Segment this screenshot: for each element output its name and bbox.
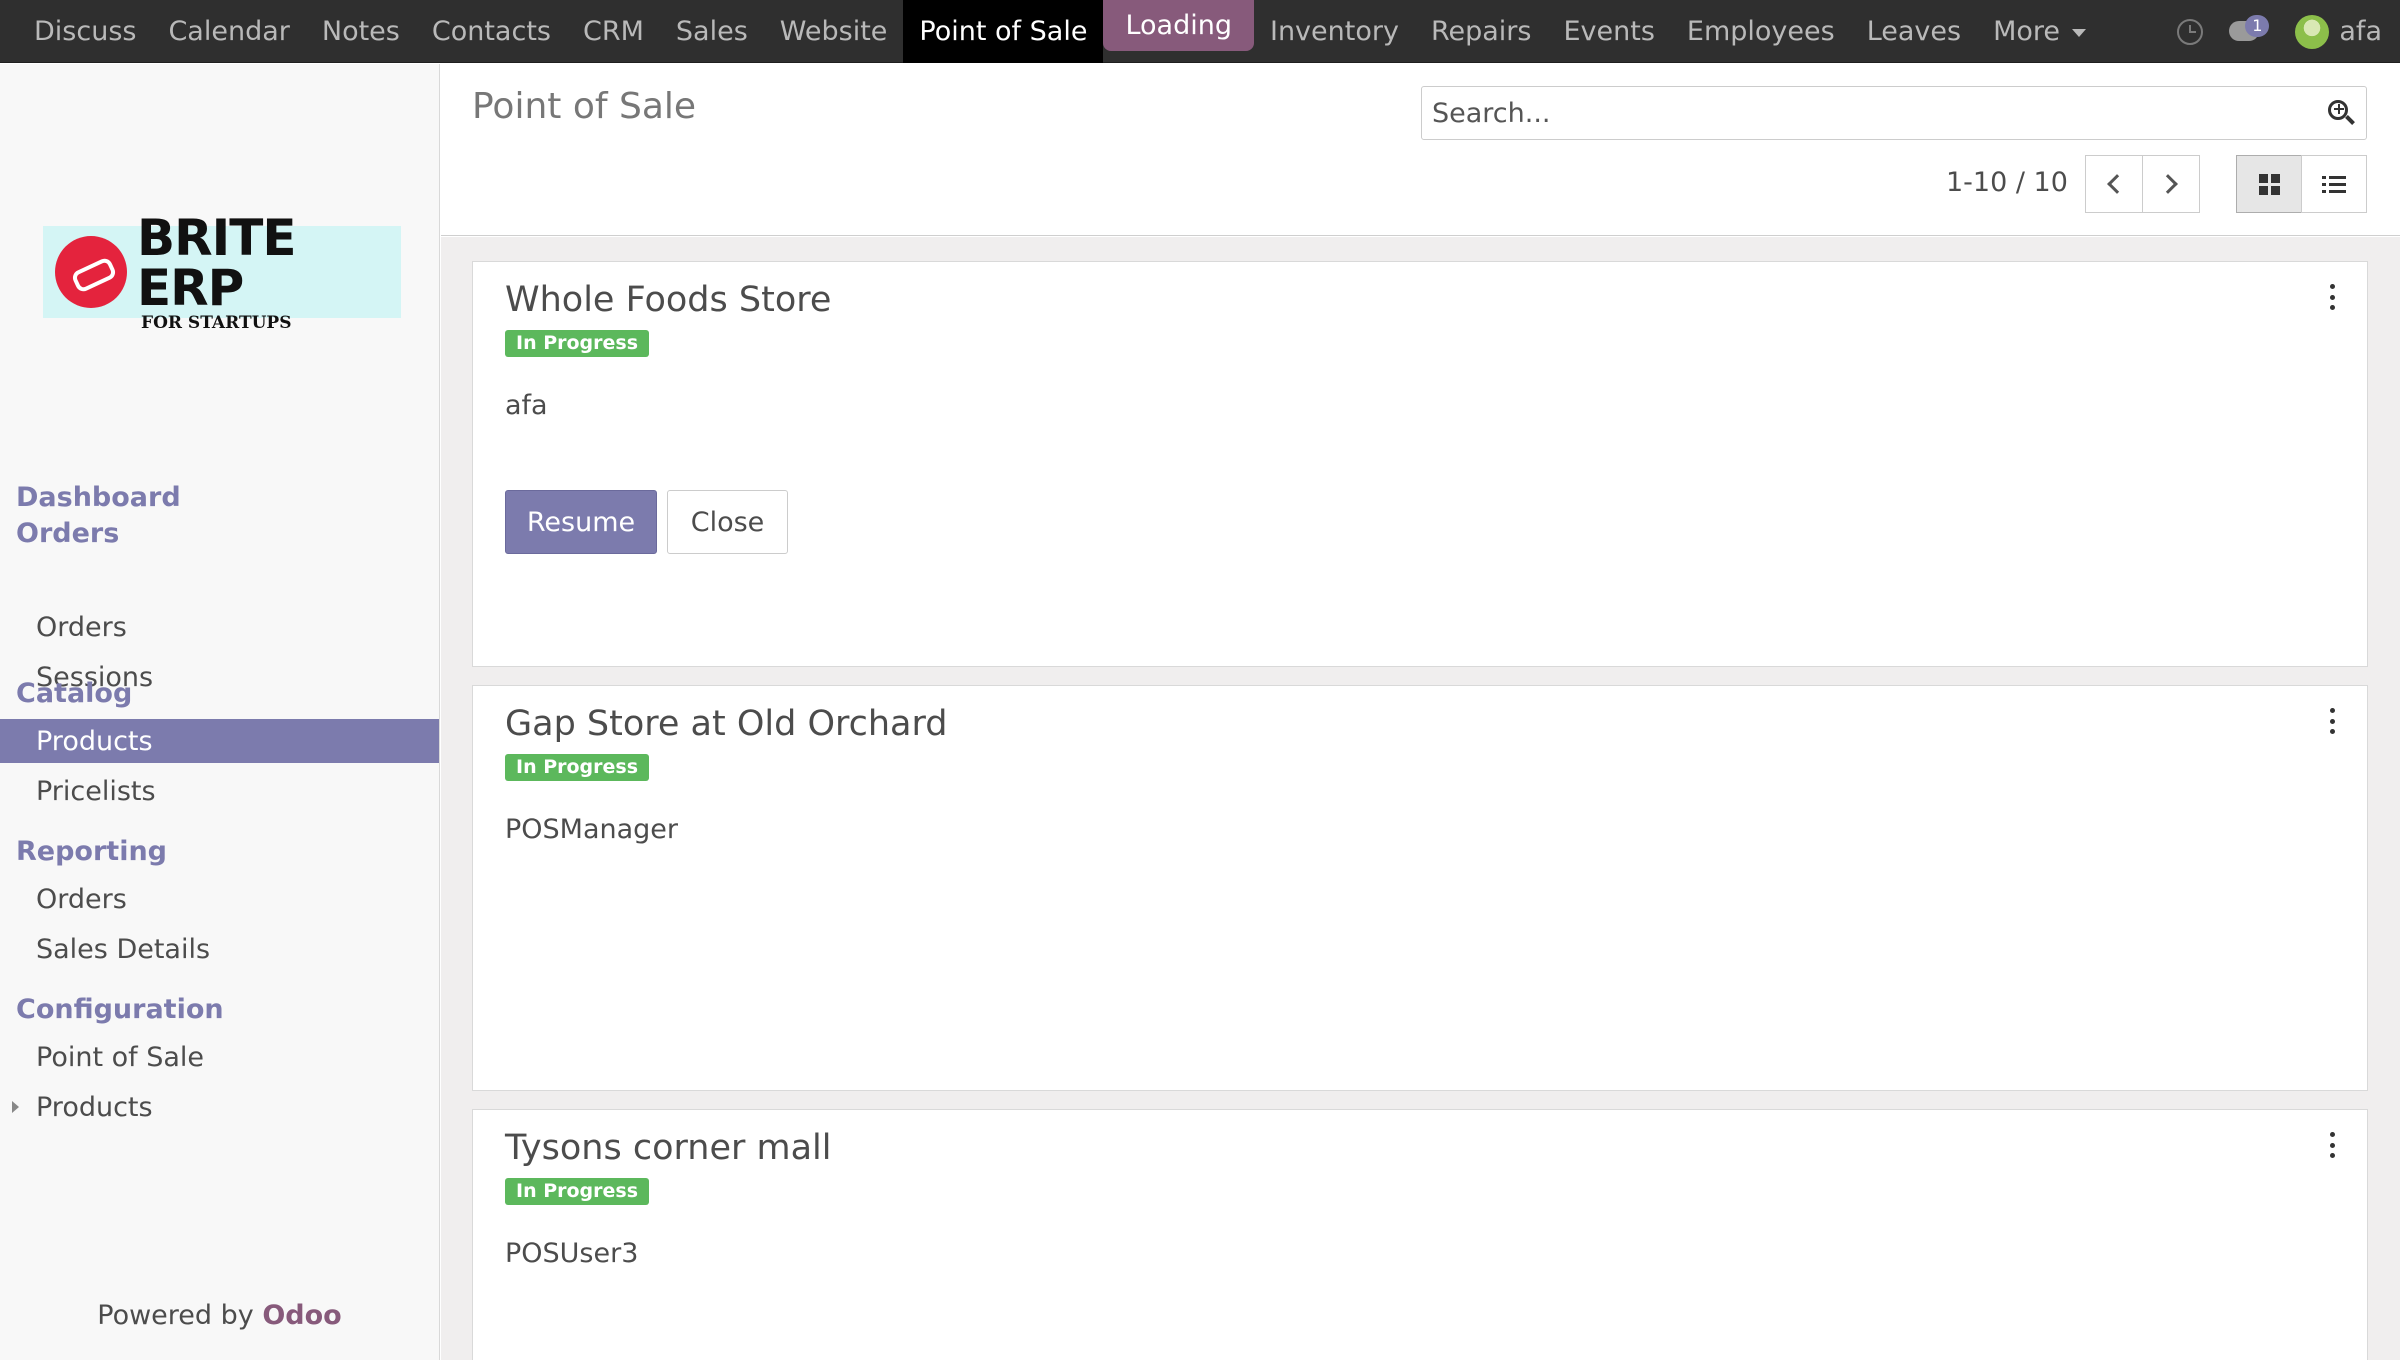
sidebar-section-dashboard[interactable]: Dashboard	[16, 482, 181, 513]
pager-value[interactable]: 1-10 / 10	[1946, 167, 2068, 198]
nav-app-repairs[interactable]: Repairs	[1415, 0, 1548, 63]
card-options-icon[interactable]	[2327, 284, 2337, 310]
app-menu: Discuss Calendar Notes Contacts CRM Sale…	[18, 0, 2102, 63]
nav-more-label: More	[1993, 15, 2061, 47]
status-badge: In Progress	[505, 754, 650, 781]
nav-app-point-of-sale[interactable]: Point of Sale	[903, 0, 1104, 63]
chevron-right-icon	[2158, 174, 2178, 194]
sidebar-section-configuration[interactable]: Configuration	[16, 994, 224, 1025]
sidebar-item-config-products[interactable]: Products	[0, 1085, 439, 1129]
card-title: Whole Foods Store	[505, 280, 832, 320]
powered-by-text: Powered by	[97, 1300, 254, 1331]
breadcrumb: Point of Sale	[472, 86, 697, 127]
card-title: Tysons corner mall	[505, 1128, 832, 1168]
resume-button[interactable]: Resume	[505, 490, 657, 554]
kanban-view: Whole Foods Store In Progress afa Resume…	[441, 237, 2400, 1360]
user-name: afa	[2339, 16, 2382, 47]
card-options-icon[interactable]	[2327, 708, 2337, 734]
card-title: Gap Store at Old Orchard	[505, 704, 948, 744]
nav-app-events[interactable]: Events	[1547, 0, 1670, 63]
list-view-button[interactable]	[2301, 155, 2367, 213]
sidebar-item-label: Products	[36, 1091, 153, 1123]
pos-config-card[interactable]: Whole Foods Store In Progress afa Resume…	[472, 261, 2368, 667]
pager-next-button[interactable]	[2142, 155, 2200, 213]
nav-app-calendar[interactable]: Calendar	[152, 0, 305, 63]
sidebar-section-catalog[interactable]: Catalog	[16, 678, 132, 709]
card-user: POSManager	[505, 814, 679, 845]
nav-more-menu[interactable]: More	[1977, 0, 2102, 63]
kanban-view-button[interactable]	[2236, 155, 2302, 213]
search-icon[interactable]	[2326, 98, 2356, 128]
caret-down-icon	[2072, 29, 2087, 37]
sidebar-item-pricelists[interactable]: Pricelists	[0, 769, 439, 813]
card-user: POSUser3	[505, 1238, 639, 1269]
search-box	[1421, 86, 2367, 140]
powered-by-odoo-link[interactable]: Odoo	[262, 1300, 341, 1331]
sidebar-item-sales-details[interactable]: Sales Details	[0, 927, 439, 971]
logo-mark-icon	[55, 236, 127, 308]
control-panel: Point of Sale 1-10 / 10	[441, 64, 2400, 236]
nav-app-contacts[interactable]: Contacts	[416, 0, 567, 63]
chat-count-badge: 1	[2245, 14, 2270, 37]
kanban-icon	[2258, 173, 2280, 195]
status-badge: In Progress	[505, 1178, 650, 1205]
logo-title: BRITE ERP	[137, 208, 296, 317]
card-options-icon[interactable]	[2327, 1132, 2337, 1158]
systray: 1 afa	[2177, 0, 2382, 63]
list-icon	[2322, 175, 2346, 193]
clock-icon[interactable]	[2177, 18, 2204, 45]
sidebar-item-reporting-orders[interactable]: Orders	[0, 877, 439, 921]
sidebar-section-reporting[interactable]: Reporting	[16, 836, 167, 867]
nav-app-sales[interactable]: Sales	[660, 0, 764, 63]
search-input[interactable]	[1422, 88, 2326, 138]
pager-previous-button[interactable]	[2085, 155, 2143, 213]
sidebar-item-products[interactable]: Products	[0, 719, 439, 763]
nav-app-notes[interactable]: Notes	[306, 0, 416, 63]
sidebar-item-orders[interactable]: Orders	[0, 605, 439, 649]
loading-indicator: Loading	[1103, 0, 1254, 51]
card-user: afa	[505, 390, 548, 421]
logo-subtitle: FOR STARTUPS	[141, 312, 292, 333]
chevron-left-icon	[2107, 174, 2127, 194]
powered-by: Powered by Odoo	[0, 1300, 439, 1360]
avatar	[2295, 14, 2330, 49]
sidebar-section-orders[interactable]: Orders	[16, 518, 119, 549]
nav-app-inventory[interactable]: Inventory	[1254, 0, 1415, 63]
sidebar: BRITE ERP FOR STARTUPS Dashboard Orders …	[0, 64, 440, 1360]
nav-app-crm[interactable]: CRM	[567, 0, 660, 63]
nav-app-discuss[interactable]: Discuss	[18, 0, 152, 63]
pos-config-card[interactable]: Tysons corner mall In Progress POSUser3	[472, 1109, 2368, 1360]
nav-app-leaves[interactable]: Leaves	[1851, 0, 1977, 63]
nav-app-website[interactable]: Website	[764, 0, 904, 63]
status-badge: In Progress	[505, 330, 650, 357]
logo-text: BRITE ERP FOR STARTUPS	[137, 213, 401, 332]
top-navbar: Discuss Calendar Notes Contacts CRM Sale…	[0, 0, 2400, 63]
nav-app-employees[interactable]: Employees	[1671, 0, 1851, 63]
caret-right-icon	[12, 1101, 19, 1113]
close-button[interactable]: Close	[667, 490, 788, 554]
pos-config-card[interactable]: Gap Store at Old Orchard In Progress POS…	[472, 685, 2368, 1091]
messaging-menu[interactable]: 1	[2229, 14, 2270, 47]
sidebar-item-config-point-of-sale[interactable]: Point of Sale	[0, 1035, 439, 1079]
company-logo[interactable]: BRITE ERP FOR STARTUPS	[43, 213, 401, 331]
user-menu[interactable]: afa	[2295, 14, 2382, 49]
